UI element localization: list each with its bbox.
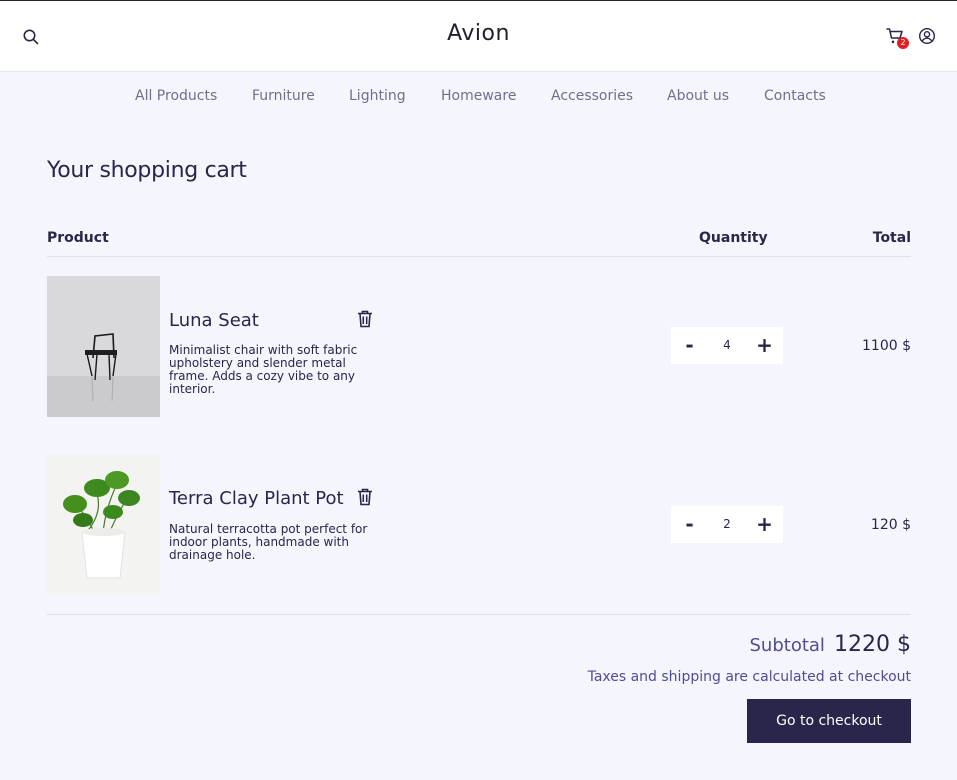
column-header-total: Total <box>872 230 911 246</box>
increase-quantity-button[interactable]: + <box>746 327 783 364</box>
product-description: Natural terracotta pot perfect for indoo… <box>169 522 368 562</box>
decrease-quantity-button[interactable]: - <box>671 327 708 364</box>
line-total: 120 $ <box>870 517 911 533</box>
increase-quantity-button[interactable]: + <box>746 506 783 543</box>
subtotal-row: Subtotal 1220 $ <box>750 632 912 657</box>
quantity-value: 4 <box>723 338 731 352</box>
nav-item-lighting[interactable]: Lighting <box>349 88 406 104</box>
nav-item-contacts[interactable]: Contacts <box>764 88 826 104</box>
subtotal-value: 1220 $ <box>834 632 911 657</box>
trash-icon[interactable] <box>357 488 373 506</box>
product-description: Minimalist chair with soft fabric uphols… <box>169 343 358 396</box>
trash-icon[interactable] <box>357 310 373 328</box>
nav-item-about-us[interactable]: About us <box>667 88 729 104</box>
line-total: 1100 $ <box>862 338 911 354</box>
product-image-plant-pot[interactable] <box>47 454 160 595</box>
column-header-quantity: Quantity <box>699 230 768 246</box>
nav-item-accessories[interactable]: Accessories <box>551 88 633 104</box>
cart-count-badge: 2 <box>897 37 909 49</box>
user-icon[interactable] <box>918 27 936 45</box>
quantity-value: 2 <box>723 517 731 531</box>
brand-logo[interactable]: Avion <box>0 21 957 46</box>
cart-button[interactable]: 2 <box>886 27 909 49</box>
subtotal-label: Subtotal <box>749 635 825 656</box>
top-bar: Avion 2 <box>0 0 957 72</box>
nav-item-furniture[interactable]: Furniture <box>252 88 315 104</box>
quantity-stepper: - 2 + <box>671 506 783 543</box>
decrease-quantity-button[interactable]: - <box>671 506 708 543</box>
footer-divider <box>47 614 911 615</box>
page-title: Your shopping cart <box>47 158 247 183</box>
product-name[interactable]: Terra Clay Plant Pot <box>169 488 344 509</box>
category-nav: All Products Furniture Lighting Homeware… <box>0 88 957 112</box>
nav-item-homeware[interactable]: Homeware <box>441 88 516 104</box>
column-header-product: Product <box>47 230 109 246</box>
tax-note: Taxes and shipping are calculated at che… <box>587 669 911 685</box>
nav-item-all-products[interactable]: All Products <box>135 88 217 104</box>
header-divider <box>47 256 911 257</box>
quantity-stepper: - 4 + <box>671 327 783 364</box>
product-image-luna-seat[interactable] <box>47 276 160 417</box>
checkout-button[interactable]: Go to checkout <box>747 699 911 743</box>
product-name[interactable]: Luna Seat <box>169 310 259 331</box>
